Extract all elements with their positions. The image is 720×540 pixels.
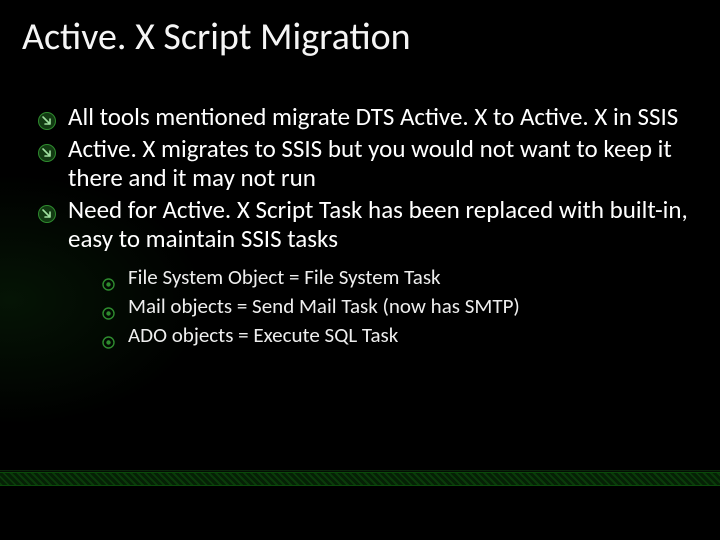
- circle-bullet-icon: [102, 300, 115, 313]
- circle-bullet-icon: [102, 271, 115, 284]
- list-item: Mail objects = Send Mail Task (now has S…: [102, 293, 690, 320]
- sub-bullet-text: File System Object = File System Task: [128, 264, 441, 290]
- bullet-text: All tools mentioned migrate DTS Active. …: [68, 101, 678, 132]
- list-item: File System Object = File System Task: [102, 264, 690, 291]
- bullet-text: Need for Active. X Script Task has been …: [68, 194, 688, 255]
- arrow-circle-icon: [38, 200, 56, 218]
- arrow-circle-icon: [38, 139, 56, 157]
- list-item: All tools mentioned migrate DTS Active. …: [38, 102, 690, 132]
- footer-divider: [0, 472, 720, 486]
- list-item: ADO objects = Execute SQL Task: [102, 322, 690, 349]
- slide: Active. X Script Migration All tools men…: [0, 0, 720, 540]
- list-item: Need for Active. X Script Task has been …: [38, 195, 690, 350]
- main-bullet-list: All tools mentioned migrate DTS Active. …: [38, 102, 690, 349]
- slide-body: All tools mentioned migrate DTS Active. …: [38, 102, 690, 351]
- circle-bullet-icon: [102, 329, 115, 342]
- arrow-circle-icon: [38, 107, 56, 125]
- slide-title: Active. X Script Migration: [22, 14, 411, 60]
- bullet-text: Active. X migrates to SSIS but you would…: [68, 133, 672, 194]
- sub-bullet-text: Mail objects = Send Mail Task (now has S…: [128, 293, 520, 319]
- sub-bullet-list: File System Object = File System Task Ma…: [68, 264, 690, 350]
- sub-bullet-text: ADO objects = Execute SQL Task: [128, 322, 398, 348]
- list-item: Active. X migrates to SSIS but you would…: [38, 134, 690, 193]
